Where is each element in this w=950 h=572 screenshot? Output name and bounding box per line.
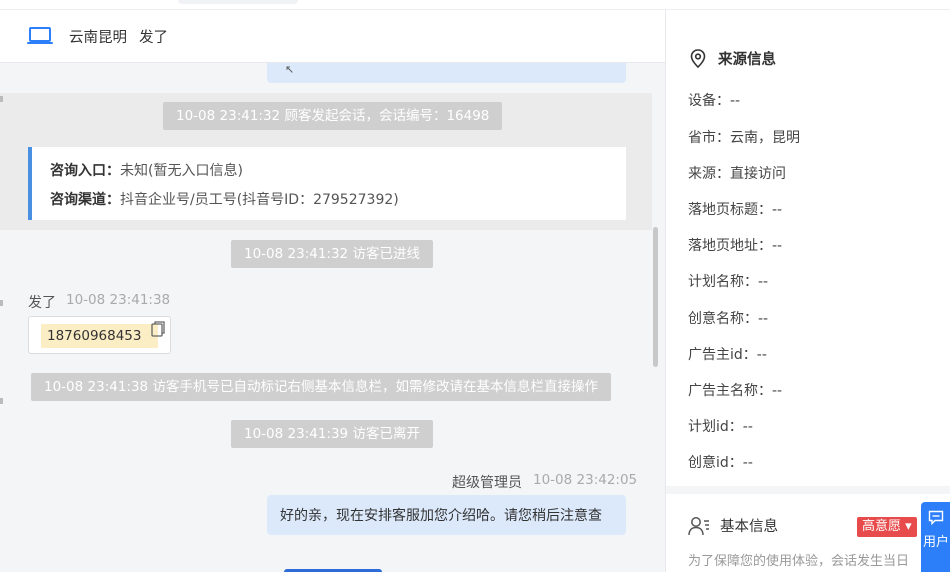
visitor-time: 10-08 23:41:38 [66, 292, 171, 308]
channel-label: 咨询渠道： [50, 192, 120, 208]
intent-badge-label: 高意愿 [862, 519, 902, 534]
user-side-tab[interactable]: 用户 [921, 502, 950, 572]
chat-bubble-icon [928, 510, 944, 526]
visitor-location: 云南昆明 [69, 29, 127, 46]
info-panel: 来源信息 设备：-- 省市：云南，昆明 来源：直接访问 落地页标题：-- 落地页… [665, 10, 950, 572]
info-device: 设备：-- [688, 93, 741, 109]
entry-info-card: 咨询入口：未知(暂无入口信息) 咨询渠道：抖音企业号/员工号(抖音号ID：279… [28, 147, 626, 220]
channel-row: 咨询渠道：抖音企业号/员工号(抖音号ID：279527392) [50, 186, 626, 215]
side-tab-label: 用户 [922, 535, 949, 550]
visitor-name: 发了 [28, 295, 56, 311]
entry-value: 未知(暂无入口信息) [120, 163, 243, 179]
info-plan-id: 计划id：-- [688, 419, 753, 435]
source-info-label: 来源信息 [718, 52, 776, 68]
info-creative-id: 创意id：-- [688, 455, 753, 471]
agent-name: 超级管理员 [452, 475, 522, 491]
info-plan-name: 计划名称：-- [688, 274, 769, 290]
system-message: 10-08 23:41:32 访客已进线 [231, 240, 433, 268]
visitor-header-name: 发了 [139, 29, 168, 46]
previous-message-bubble: ↖ [267, 61, 626, 83]
chat-header: 云南昆明 发了 [0, 10, 665, 63]
tab-shadow [178, 0, 298, 4]
copy-icon[interactable] [151, 321, 166, 337]
caret-down-icon: ▾ [905, 519, 912, 534]
intent-dropdown[interactable]: 高意愿 ▾ [857, 517, 917, 537]
location-pin-icon [690, 49, 706, 68]
system-message: 10-08 23:41:32 顾客发起会话，会话编号：16498 [163, 102, 503, 130]
info-advertiser-id: 广告主id：-- [688, 347, 767, 363]
top-strip [0, 0, 950, 10]
system-message: 10-08 23:41:39 访客已离开 [231, 420, 433, 448]
system-message: 10-08 23:41:38 访客手机号已自动标记右侧基本信息栏，如需修改请在基… [31, 373, 611, 401]
cursor-glyph: ↖ [285, 63, 295, 76]
basic-info-label: 基本信息 [720, 519, 778, 535]
user-list-icon [688, 516, 709, 535]
chat-scrollbar[interactable] [653, 227, 658, 367]
basic-info-title: 基本信息 [688, 515, 778, 536]
info-landing-url: 落地页地址：-- [688, 238, 783, 254]
privacy-notice: 为了保障您的使用体验，会话发生当日 [688, 554, 910, 569]
info-province: 省市：云南，昆明 [688, 130, 800, 146]
source-info-title: 来源信息 [690, 48, 776, 69]
info-source: 来源：直接访问 [688, 166, 786, 182]
edge-mark [0, 96, 3, 102]
phone-message: 18760968453 [28, 316, 171, 354]
section-divider [666, 486, 950, 494]
edge-mark [0, 300, 3, 306]
entry-row: 咨询入口：未知(暂无入口信息) [50, 157, 626, 186]
agent-time: 10-08 23:42:05 [533, 472, 638, 488]
agent-message-bubble: 好的亲，现在安排客服加您介绍哈。请您稍后注意查 [267, 495, 626, 535]
message-list[interactable]: ↖ 10-08 23:41:32 顾客发起会话，会话编号：16498 咨询入口：… [0, 61, 652, 572]
phone-number: 18760968453 [41, 324, 158, 348]
channel-value: 抖音企业号/员工号(抖音号ID：279527392) [120, 192, 399, 208]
entry-label: 咨询入口： [50, 163, 120, 179]
info-landing-title: 落地页标题：-- [688, 202, 783, 218]
info-creative-name: 创意名称：-- [688, 311, 769, 327]
chat-panel: 云南昆明 发了 ↖ 10-08 23:41:32 顾客发起会话，会话编号：164… [0, 10, 665, 572]
edge-mark [0, 398, 3, 404]
info-advertiser-name: 广告主名称：-- [688, 383, 783, 399]
laptop-icon [27, 27, 53, 44]
